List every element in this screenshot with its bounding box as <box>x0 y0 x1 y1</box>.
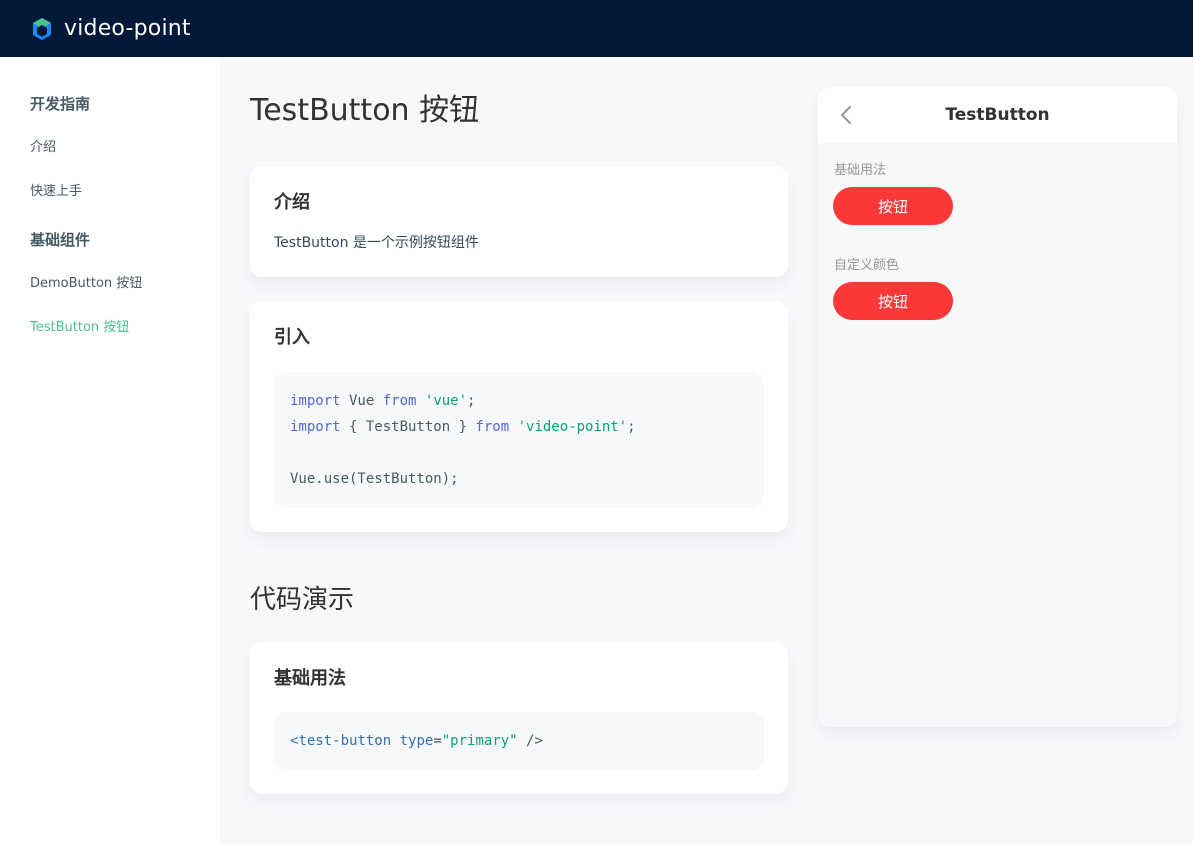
code-keyword: import <box>290 393 341 409</box>
demo-button-basic[interactable]: 按钮 <box>833 187 953 225</box>
code-keyword: import <box>290 419 341 435</box>
nav-group-title: 基础组件 <box>30 231 91 249</box>
code-text: Vue <box>340 393 383 409</box>
code-text: ; <box>627 419 636 435</box>
code-text: { TestButton } <box>340 419 476 435</box>
code-keyword: from <box>382 393 417 409</box>
intro-text: TestButton 是一个示例按钮组件 <box>274 235 479 251</box>
top-header: video-point <box>0 0 1193 57</box>
nav-item-testbutton[interactable]: TestButton 按钮 <box>0 317 220 339</box>
simulator-title: TestButton <box>945 105 1050 125</box>
nav-group-title: 开发指南 <box>30 95 91 113</box>
nav-item-quickstart[interactable]: 快速上手 <box>0 181 220 203</box>
import-title: 引入 <box>274 327 310 348</box>
sidebar: 开发指南 介绍 快速上手 基础组件 DemoButton 按钮 TestButt… <box>0 57 220 844</box>
basic-usage-card: 基础用法 <test-button type="primary" /> <box>250 642 788 794</box>
code-text: ; <box>467 393 476 409</box>
code-text: Vue.use(TestButton); <box>290 471 459 487</box>
mobile-simulator: TestButton 基础用法 按钮 自定义颜色 按钮 <box>818 87 1177 727</box>
code-tag: test-button <box>298 733 392 749</box>
import-code-block: import Vue from 'vue'; import { TestButt… <box>274 372 764 508</box>
code-attr: type <box>399 733 434 749</box>
doc-content: TestButton 按钮 介绍 TestButton 是一个示例按钮组件 引入… <box>250 57 788 794</box>
nav-item-intro[interactable]: 介绍 <box>0 137 220 159</box>
logo-icon[interactable] <box>30 17 54 41</box>
demo-block-title: 自定义颜色 <box>834 258 900 273</box>
demo-section-title: 代码演示 <box>250 585 355 615</box>
demo-block-title: 基础用法 <box>834 163 887 178</box>
code-keyword: from <box>475 419 510 435</box>
page-title: TestButton 按钮 <box>250 93 480 128</box>
simulator-nav-bar: TestButton <box>818 87 1177 143</box>
import-card: 引入 import Vue from 'vue'; import { TestB… <box>250 301 788 532</box>
code-text: /> <box>517 733 543 749</box>
intro-card: 介绍 TestButton 是一个示例按钮组件 <box>250 166 788 277</box>
code-text: = <box>433 733 442 749</box>
code-string: "primary" <box>441 733 518 749</box>
code-string: 'video-point' <box>517 419 628 435</box>
intro-title: 介绍 <box>274 192 310 213</box>
demo-button-custom-color[interactable]: 按钮 <box>833 282 953 320</box>
code-string: 'vue' <box>424 393 468 409</box>
chevron-left-icon[interactable] <box>838 105 854 125</box>
basic-usage-title: 基础用法 <box>274 668 346 689</box>
nav-item-demobutton[interactable]: DemoButton 按钮 <box>0 273 220 295</box>
basic-usage-code-block: <test-button type="primary" /> <box>274 712 764 770</box>
brand-name[interactable]: video-point <box>64 16 191 41</box>
